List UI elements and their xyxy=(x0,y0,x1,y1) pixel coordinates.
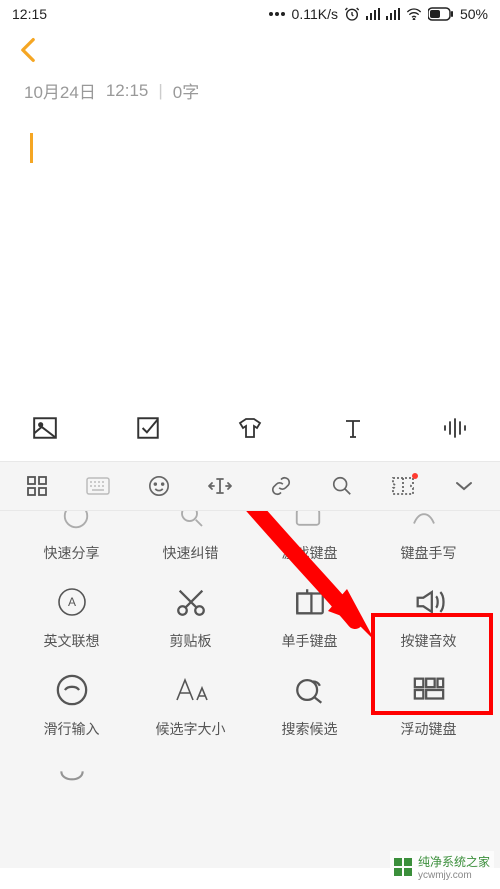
one-hand-keyboard-option[interactable]: 单手键盘 xyxy=(250,581,369,651)
keyboard-toolbar xyxy=(0,461,500,511)
note-date: 10月24日 xyxy=(24,78,96,103)
insert-checkbox-button[interactable] xyxy=(133,413,163,443)
note-meta: 10月24日 12:15 | 0字 xyxy=(0,72,500,103)
battery-pct: 50% xyxy=(460,6,488,22)
status-right: 0.11K/s 50% xyxy=(268,6,488,22)
alarm-icon xyxy=(344,6,360,22)
floating-kbd-icon xyxy=(408,669,450,711)
text-format-button[interactable] xyxy=(338,413,368,443)
search-candidate-label: 搜索候选 xyxy=(282,719,338,739)
game-keyboard-option[interactable]: 游戏键盘 xyxy=(250,543,369,563)
speaker-icon xyxy=(408,581,450,623)
clipboard-option[interactable]: 剪贴板 xyxy=(131,581,250,651)
svg-text:A: A xyxy=(67,595,75,609)
settings-row-peek xyxy=(0,511,500,537)
coupon-button[interactable] xyxy=(384,467,422,505)
watermark-name: 纯净系统之家 xyxy=(418,853,490,870)
status-dots-icon xyxy=(268,11,286,17)
note-word-count: 0字 xyxy=(173,78,199,103)
status-time: 12:15 xyxy=(12,6,47,22)
quick-share-option[interactable]: 快速分享 xyxy=(12,543,131,563)
english-assoc-icon: A xyxy=(51,581,93,623)
note-editor[interactable] xyxy=(0,103,500,403)
settings-grid: 快速分享 快速纠错 游戏键盘 键盘手写 A 英文联想 xyxy=(0,537,500,809)
floating-keyboard-option[interactable]: 浮动键盘 xyxy=(369,669,488,739)
keyboard-settings-panel: 快速分享 快速纠错 游戏键盘 键盘手写 A 英文联想 xyxy=(0,511,500,868)
settings-extra-icon xyxy=(51,757,93,799)
wifi-icon xyxy=(406,8,422,20)
collapse-keyboard-button[interactable] xyxy=(445,467,483,505)
english-assoc-label: 英文联想 xyxy=(44,631,100,651)
voice-input-button[interactable] xyxy=(440,413,470,443)
meta-separator: | xyxy=(158,81,162,101)
back-button[interactable] xyxy=(10,32,46,68)
signal-icon-2 xyxy=(386,8,400,20)
candidate-font-size-option[interactable]: 候选字大小 xyxy=(131,669,250,739)
glide-icon xyxy=(51,669,93,711)
signal-icon xyxy=(366,8,380,20)
search-candidate-icon xyxy=(289,669,331,711)
search-candidate-option[interactable]: 搜索候选 xyxy=(250,669,369,739)
keyboard-layout-button[interactable] xyxy=(79,467,117,505)
status-bar: 12:15 0.11K/s 50% xyxy=(0,0,500,28)
quick-share-label: 快速分享 xyxy=(44,543,100,563)
theme-button[interactable] xyxy=(235,413,265,443)
floating-kbd-label: 浮动键盘 xyxy=(401,719,457,739)
game-keyboard-label: 游戏键盘 xyxy=(282,543,338,563)
text-cursor xyxy=(30,133,33,163)
note-action-bar xyxy=(0,403,500,461)
status-net-speed: 0.11K/s xyxy=(292,6,338,22)
cursor-move-button[interactable] xyxy=(201,467,239,505)
one-hand-label: 单手键盘 xyxy=(282,631,338,651)
quick-correct-label: 快速纠错 xyxy=(163,543,219,563)
link-button[interactable] xyxy=(262,467,300,505)
note-header xyxy=(0,28,500,72)
battery-icon xyxy=(428,7,454,21)
one-hand-icon xyxy=(289,581,331,623)
english-association-option[interactable]: A 英文联想 xyxy=(12,581,131,651)
watermark-url: ycwmjy.com xyxy=(418,870,490,881)
key-sound-option[interactable]: 按键音效 xyxy=(369,581,488,651)
watermark-logo-icon xyxy=(394,858,412,876)
quick-correct-option[interactable]: 快速纠错 xyxy=(131,543,250,563)
glide-input-option[interactable]: 滑行输入 xyxy=(12,669,131,739)
key-sound-label: 按键音效 xyxy=(401,631,457,651)
handwriting-option[interactable]: 键盘手写 xyxy=(369,543,488,563)
insert-image-button[interactable] xyxy=(30,413,60,443)
emoji-button[interactable] xyxy=(140,467,178,505)
clipboard-label: 剪贴板 xyxy=(170,631,212,651)
scissors-icon xyxy=(170,581,212,623)
note-time: 12:15 xyxy=(106,81,149,101)
settings-extra-option[interactable] xyxy=(12,757,131,799)
font-size-icon xyxy=(170,669,212,711)
handwriting-label: 键盘手写 xyxy=(401,543,457,563)
keyboard-settings-grid-button[interactable] xyxy=(18,467,56,505)
glide-label: 滑行输入 xyxy=(44,719,100,739)
search-button[interactable] xyxy=(323,467,361,505)
notification-dot-icon xyxy=(412,473,418,479)
font-size-label: 候选字大小 xyxy=(156,719,226,739)
watermark: 纯净系统之家 ycwmjy.com xyxy=(390,851,494,883)
